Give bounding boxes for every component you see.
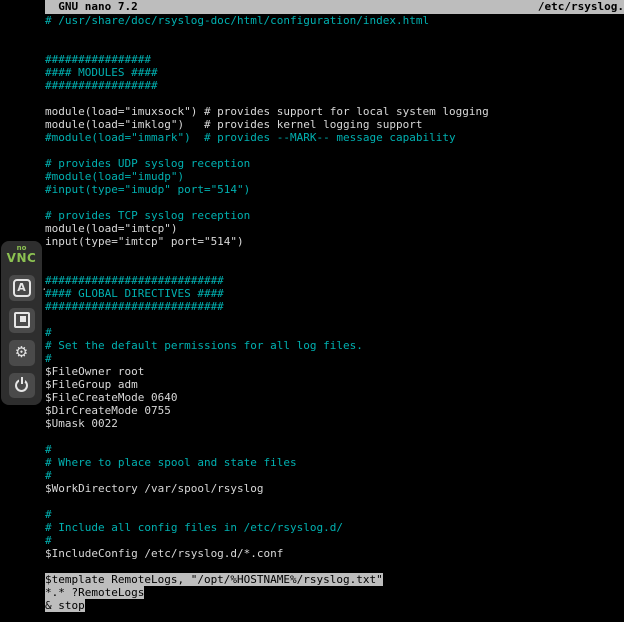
fullscreen-icon: [14, 312, 30, 328]
terminal-line: $WorkDirectory /var/spool/rsyslog: [45, 482, 624, 495]
terminal-line: $FileGroup adm: [45, 378, 624, 391]
desktop: no VNC A ⚙ ◂ GNU nano 7.2 /etc/rsyslog. …: [0, 0, 624, 622]
terminal-line: # Include all config files in /etc/rsysl…: [45, 521, 624, 534]
terminal-line: #################: [45, 79, 624, 92]
selected-text: $template RemoteLogs, "/opt/%HOSTNAME%/r…: [45, 573, 383, 586]
settings-button[interactable]: ⚙: [9, 340, 35, 366]
terminal-line: $IncludeConfig /etc/rsyslog.d/*.conf: [45, 547, 624, 560]
novnc-toolbar: no VNC A ⚙: [1, 241, 42, 405]
terminal-line: [45, 313, 624, 326]
terminal-line: [45, 27, 624, 40]
terminal-line: ###########################: [45, 300, 624, 313]
novnc-logo-vnc: VNC: [7, 252, 37, 264]
a-key-icon: A: [13, 279, 31, 297]
terminal-line: [45, 261, 624, 274]
terminal-line: #: [45, 443, 624, 456]
terminal-line: ###########################: [45, 274, 624, 287]
terminal-line: #module(load="immark") # provides --MARK…: [45, 131, 624, 144]
terminal-line: [45, 248, 624, 261]
terminal-line: $DirCreateMode 0755: [45, 404, 624, 417]
terminal-line: # /usr/share/doc/rsyslog-doc/html/config…: [45, 14, 624, 27]
terminal-line: #: [45, 326, 624, 339]
terminal-screen[interactable]: # /usr/share/doc/rsyslog-doc/html/config…: [45, 14, 624, 612]
extra-keys-button[interactable]: A: [9, 275, 35, 301]
fullscreen-button[interactable]: [9, 308, 35, 334]
terminal-line: # provides UDP syslog reception: [45, 157, 624, 170]
selected-text: *.* ?RemoteLogs: [45, 586, 144, 599]
terminal-line: input(type="imtcp" port="514"): [45, 235, 624, 248]
novnc-logo: no VNC: [7, 245, 37, 264]
terminal-line: #: [45, 469, 624, 482]
disconnect-button[interactable]: [9, 373, 35, 399]
power-icon: [15, 379, 28, 392]
terminal-line: & stop: [45, 599, 624, 612]
terminal-line: [45, 144, 624, 157]
selected-text: & stop: [45, 599, 85, 612]
terminal-line: module(load="imklog") # provides kernel …: [45, 118, 624, 131]
terminal-line: [45, 40, 624, 53]
fullscreen-icon-inner: [20, 316, 26, 322]
terminal-line: [45, 196, 624, 209]
nano-editor[interactable]: GNU nano 7.2 /etc/rsyslog. # /usr/share/…: [45, 0, 624, 622]
terminal-line: #input(type="imudp" port="514"): [45, 183, 624, 196]
nano-filename: /etc/rsyslog.: [538, 0, 624, 14]
terminal-line: #### GLOBAL DIRECTIVES ####: [45, 287, 624, 300]
terminal-line: [45, 430, 624, 443]
nano-version: GNU nano 7.2: [45, 0, 138, 14]
terminal-line: #### MODULES ####: [45, 66, 624, 79]
terminal-line: #: [45, 352, 624, 365]
terminal-line: *.* ?RemoteLogs: [45, 586, 624, 599]
terminal-line: $FileOwner root: [45, 365, 624, 378]
terminal-line: $template RemoteLogs, "/opt/%HOSTNAME%/r…: [45, 573, 624, 586]
terminal-line: #: [45, 534, 624, 547]
terminal-line: # Where to place spool and state files: [45, 456, 624, 469]
terminal-line: # Set the default permissions for all lo…: [45, 339, 624, 352]
terminal-line: #module(load="imudp"): [45, 170, 624, 183]
nano-titlebar: GNU nano 7.2 /etc/rsyslog.: [45, 0, 624, 14]
terminal-line: $FileCreateMode 0640: [45, 391, 624, 404]
terminal-line: ################: [45, 53, 624, 66]
gear-icon: ⚙: [15, 345, 28, 360]
terminal-line: [45, 560, 624, 573]
terminal-line: #: [45, 508, 624, 521]
terminal-line: $Umask 0022: [45, 417, 624, 430]
terminal-line: # provides TCP syslog reception: [45, 209, 624, 222]
terminal-line: module(load="imtcp"): [45, 222, 624, 235]
terminal-line: module(load="imuxsock") # provides suppo…: [45, 105, 624, 118]
terminal-line: [45, 92, 624, 105]
terminal-line: [45, 495, 624, 508]
